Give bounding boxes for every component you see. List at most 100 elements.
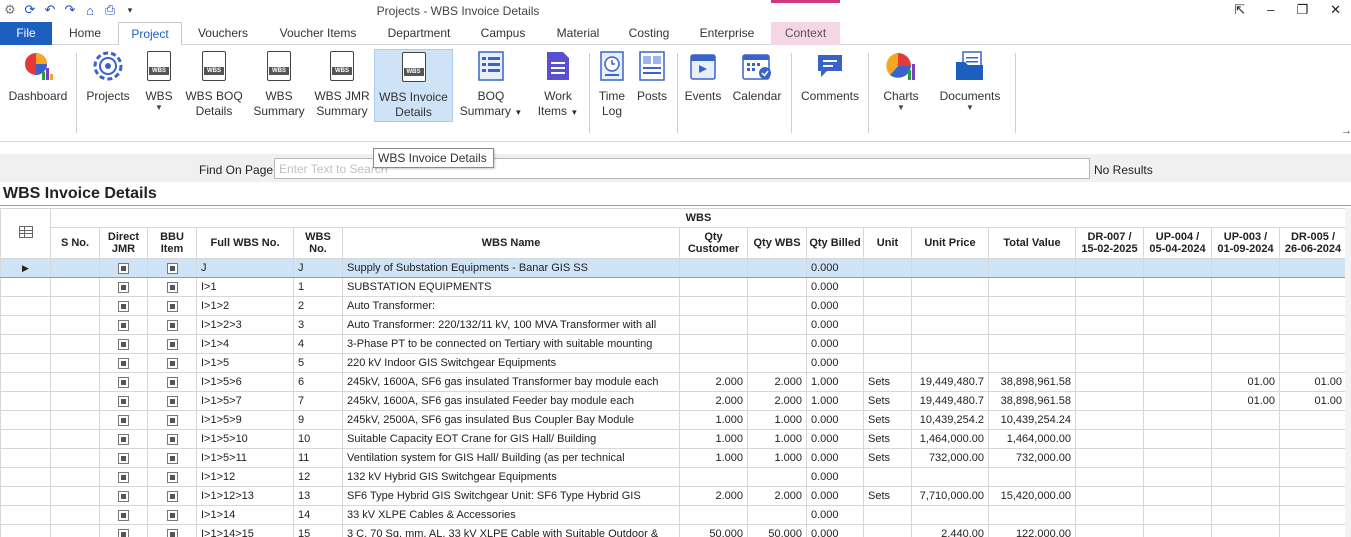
tab-material[interactable]: Material	[544, 22, 612, 45]
col-wbs-no[interactable]: WBS No.	[293, 227, 343, 259]
direct-jmr-checkbox[interactable]	[99, 429, 148, 449]
dr-007-cell[interactable]	[1075, 334, 1144, 354]
wbs-no-cell[interactable]: 14	[293, 505, 343, 525]
wbs-name-cell[interactable]: 132 kV Hybrid GIS Switchgear Equipments	[342, 467, 680, 487]
dr-005-cell[interactable]	[1279, 277, 1347, 297]
tab-context[interactable]: Context	[771, 22, 840, 45]
qty-billed-cell[interactable]: 0.000	[806, 258, 864, 278]
dr-007-cell[interactable]	[1075, 258, 1144, 278]
up-003-cell[interactable]	[1211, 315, 1280, 335]
bbu-item-checkbox[interactable]	[147, 334, 197, 354]
dr-005-cell[interactable]	[1279, 524, 1347, 537]
qty-wbs-cell[interactable]: 2.000	[747, 486, 807, 506]
dr-007-cell[interactable]	[1075, 486, 1144, 506]
table-row[interactable]: I>1>12>13 13 SF6 Type Hybrid GIS Switchgea…	[0, 486, 1347, 506]
tab-campus[interactable]: Campus	[468, 22, 538, 45]
row-indicator[interactable]	[0, 296, 51, 316]
full-wbs-cell[interactable]: I>1>5>10	[196, 429, 294, 449]
col-total-value[interactable]: Total Value	[988, 227, 1076, 259]
row-indicator[interactable]	[0, 486, 51, 506]
charts-button[interactable]: Charts ▼	[878, 49, 924, 112]
dr-005-cell[interactable]	[1279, 429, 1347, 449]
total-value-cell[interactable]	[988, 296, 1076, 316]
wbs-name-cell[interactable]: 3 C, 70 Sq. mm, AL, 33 kV XLPE Cable wit…	[342, 524, 680, 537]
wbs-name-cell[interactable]: SF6 Type Hybrid GIS Switchgear Unit: SF6…	[342, 486, 680, 506]
qty-wbs-cell[interactable]	[747, 467, 807, 487]
qty-billed-cell[interactable]: 0.000	[806, 486, 864, 506]
unit-cell[interactable]: Sets	[863, 448, 912, 468]
bbu-item-checkbox[interactable]	[147, 277, 197, 297]
up-004-cell[interactable]	[1143, 258, 1212, 278]
total-value-cell[interactable]	[988, 505, 1076, 525]
dashboard-button[interactable]: Dashboard	[6, 49, 70, 104]
row-indicator[interactable]	[0, 410, 51, 430]
qty-wbs-cell[interactable]: 2.000	[747, 372, 807, 392]
unit-price-cell[interactable]: 732,000.00	[911, 448, 989, 468]
full-wbs-cell[interactable]: I>1>5	[196, 353, 294, 373]
table-row[interactable]: I>1>5>9 9 245kV, 2500A, SF6 gas insulated …	[0, 410, 1347, 430]
dr-005-cell[interactable]	[1279, 448, 1347, 468]
row-indicator[interactable]	[0, 334, 51, 354]
col-qty-billed[interactable]: Qty Billed	[806, 227, 864, 259]
direct-jmr-checkbox[interactable]	[99, 486, 148, 506]
projects-button[interactable]: Projects	[84, 49, 132, 104]
wbs-no-cell[interactable]: 7	[293, 391, 343, 411]
qty-billed-cell[interactable]: 0.000	[806, 315, 864, 335]
col-qty-customer[interactable]: Qty Customer	[679, 227, 748, 259]
qty-billed-cell[interactable]: 0.000	[806, 277, 864, 297]
dr-005-cell[interactable]	[1279, 334, 1347, 354]
row-indicator[interactable]	[0, 372, 51, 392]
qty-billed-cell[interactable]: 0.000	[806, 467, 864, 487]
direct-jmr-checkbox[interactable]	[99, 505, 148, 525]
table-row[interactable]: ▶ J J Supply of Substation Equipments - Ban…	[0, 258, 1347, 278]
restore-up-icon[interactable]: ⇱	[1234, 2, 1245, 18]
sno-cell[interactable]	[50, 429, 100, 449]
wbs-boq-details-button[interactable]: WBS WBS BOQ Details	[184, 49, 244, 119]
dr-007-cell[interactable]	[1075, 429, 1144, 449]
unit-price-cell[interactable]	[911, 467, 989, 487]
sno-cell[interactable]	[50, 353, 100, 373]
up-003-cell[interactable]	[1211, 505, 1280, 525]
sno-cell[interactable]	[50, 505, 100, 525]
up-003-cell[interactable]	[1211, 258, 1280, 278]
up-003-cell[interactable]	[1211, 467, 1280, 487]
posts-button[interactable]: Posts	[634, 49, 670, 104]
up-004-cell[interactable]	[1143, 486, 1212, 506]
tab-file[interactable]: File	[0, 22, 52, 45]
qty-customer-cell[interactable]	[679, 505, 748, 525]
qty-customer-cell[interactable]: 2.000	[679, 486, 748, 506]
dr-005-cell[interactable]	[1279, 296, 1347, 316]
row-indicator[interactable]	[0, 429, 51, 449]
sno-cell[interactable]	[50, 277, 100, 297]
direct-jmr-checkbox[interactable]	[99, 391, 148, 411]
up-004-cell[interactable]	[1143, 296, 1212, 316]
dr-007-cell[interactable]	[1075, 296, 1144, 316]
sno-cell[interactable]	[50, 448, 100, 468]
up-003-cell[interactable]	[1211, 277, 1280, 297]
qty-wbs-cell[interactable]: 1.000	[747, 448, 807, 468]
qty-billed-cell[interactable]: 0.000	[806, 353, 864, 373]
close-icon[interactable]: ✕	[1330, 2, 1341, 18]
qty-billed-cell[interactable]: 1.000	[806, 372, 864, 392]
wbs-summary-button[interactable]: WBS WBS Summary	[250, 49, 308, 119]
total-value-cell[interactable]	[988, 353, 1076, 373]
dr-005-cell[interactable]	[1279, 486, 1347, 506]
dr-005-cell[interactable]	[1279, 467, 1347, 487]
wbs-name-cell[interactable]: Suitable Capacity EOT Crane for GIS Hall…	[342, 429, 680, 449]
full-wbs-cell[interactable]: I>1>5>9	[196, 410, 294, 430]
table-row[interactable]: I>1>2>3 3 Auto Transformer: 220/132/11 kV,…	[0, 315, 1347, 335]
table-row[interactable]: I>1>5 5 220 kV Indoor GIS Switchgear Equip…	[0, 353, 1347, 373]
bbu-item-checkbox[interactable]	[147, 429, 197, 449]
sno-cell[interactable]	[50, 334, 100, 354]
unit-price-cell[interactable]: 7,710,000.00	[911, 486, 989, 506]
unit-cell[interactable]	[863, 315, 912, 335]
direct-jmr-checkbox[interactable]	[99, 353, 148, 373]
wbs-name-cell[interactable]: Auto Transformer: 220/132/11 kV, 100 MVA…	[342, 315, 680, 335]
table-row[interactable]: I>1>5>7 7 245kV, 1600A, SF6 gas insulated …	[0, 391, 1347, 411]
wbs-name-cell[interactable]: 245kV, 1600A, SF6 gas insulated Transfor…	[342, 372, 680, 392]
minimize-icon[interactable]: –	[1267, 2, 1274, 18]
qty-customer-cell[interactable]: 1.000	[679, 429, 748, 449]
tab-costing[interactable]: Costing	[618, 22, 680, 45]
dr-007-cell[interactable]	[1075, 372, 1144, 392]
dr-007-cell[interactable]	[1075, 410, 1144, 430]
